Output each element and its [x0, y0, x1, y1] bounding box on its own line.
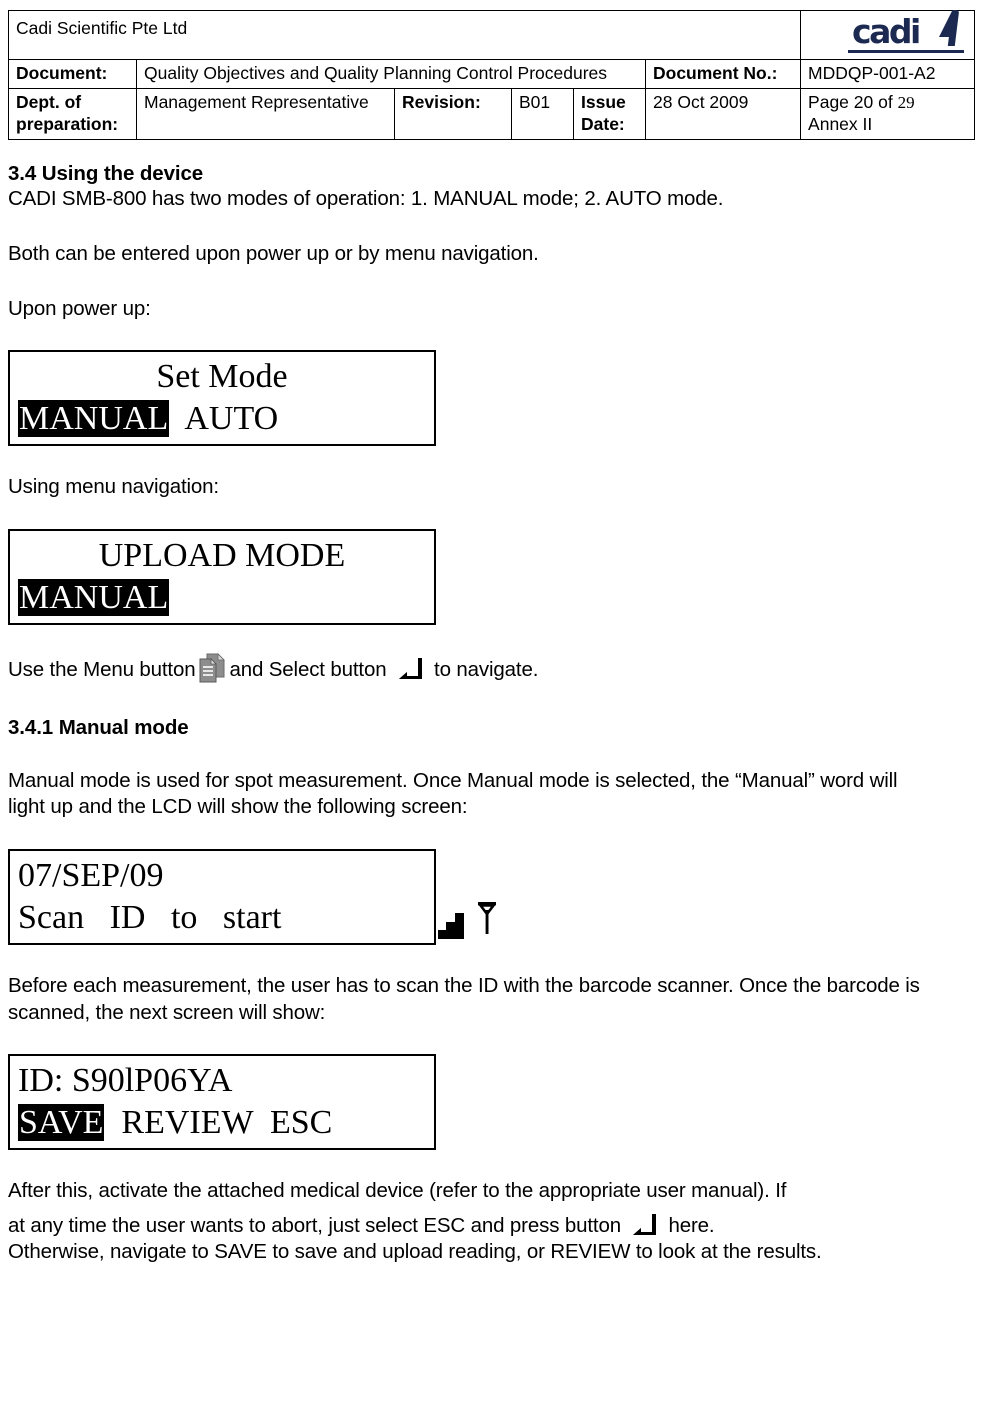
- dept-label: Dept. of preparation:: [8, 88, 137, 141]
- annex-label: Annex II: [808, 114, 873, 135]
- issue-date-value: 28 Oct 2009: [644, 88, 802, 141]
- lcd-option-auto[interactable]: AUTO: [184, 400, 278, 437]
- dept-value: Management Representative: [136, 88, 395, 141]
- lcd-option-review[interactable]: REVIEW: [121, 1104, 253, 1141]
- intro-paragraph: CADI SMB-800 has two modes of operation:…: [8, 187, 724, 211]
- document-label: Document:: [8, 58, 137, 90]
- issue-date-label: Issue Date:: [573, 88, 646, 141]
- page-number-total: 29: [897, 93, 915, 113]
- document-no-value: MDDQP-001-A2: [800, 58, 976, 90]
- logo-underline: [848, 49, 965, 53]
- header-row-document: Document: Quality Objectives and Quality…: [8, 58, 976, 90]
- menu-pages-icon: [199, 653, 226, 683]
- page-number-cell: Page 20 of 29 Annex II: [800, 88, 976, 141]
- antenna-icon: [392, 860, 497, 934]
- header-row-dept: Dept. of preparation: Management Represe…: [8, 88, 976, 141]
- abort-text-part2: here.: [668, 1213, 715, 1237]
- section-heading-3-4: 3.4 Using the device: [8, 162, 204, 186]
- page-number-prefix: Page 20 of: [808, 92, 898, 113]
- lcd-screen-set-mode: Set Mode MANUAL AUTO: [8, 350, 436, 447]
- section-heading-3-4-1: 3.4.1 Manual mode: [8, 715, 189, 739]
- lcd-id-action-options: SAVE REVIEW ESC: [10, 1102, 434, 1144]
- lcd-set-mode-title: Set Mode: [156, 358, 288, 396]
- lcd-scan-id-date-row: 07/SEP/09: [10, 855, 497, 939]
- enter-arrow-icon: [393, 657, 423, 681]
- signal-bars-icon: [353, 866, 464, 939]
- lcd-option-esc[interactable]: ESC: [270, 1104, 332, 1141]
- nav-text-part3: to navigate.: [434, 657, 539, 681]
- document-no-label: Document No.:: [644, 58, 802, 90]
- lcd-screen-upload-mode: UPLOAD MODE MANUAL: [8, 528, 436, 625]
- revision-value: B01: [511, 88, 574, 141]
- lcd-scan-id-prompt: Scan ID to start: [18, 898, 282, 936]
- lcd-id-value: ID: S90lP06YA: [18, 1062, 233, 1100]
- lcd-set-mode-options: MANUAL AUTO: [10, 398, 434, 440]
- paragraph-after-this-line2: at any time the user wants to abort, jus…: [8, 1213, 972, 1240]
- paragraph-manual-mode: Manual mode is used for spot measurement…: [8, 768, 898, 819]
- header-row-company: Cadi Scientific Pte Ltd cadi: [7, 10, 976, 60]
- lcd-upload-mode-options: MANUAL: [10, 577, 434, 619]
- company-name: Cadi Scientific Pte Ltd: [7, 10, 802, 60]
- lcd-screen-id-actions: ID: S90lP06YA SAVE REVIEW ESC: [8, 1054, 436, 1151]
- nav-text-part1: Use the Menu button: [8, 657, 196, 681]
- label-upon-power-up: Upon power up:: [8, 296, 151, 320]
- document-page: Cadi Scientific Pte Ltd cadi Document: Q…: [0, 0, 982, 1425]
- lcd-status-icons: [353, 858, 497, 939]
- paragraph-both-modes: Both can be entered upon power up or by …: [8, 242, 539, 266]
- lcd-option-manual-selected[interactable]: MANUAL: [18, 578, 170, 616]
- label-using-menu-navigation: Using menu navigation:: [8, 475, 219, 499]
- paragraph-before-measurement: Before each measurement, the user has to…: [8, 973, 920, 1024]
- revision-label: Revision:: [394, 88, 512, 141]
- nav-text-part2: and Select button: [229, 657, 387, 681]
- lcd-screen-scan-id: 07/SEP/09 Scan ID to start: [8, 848, 497, 945]
- enter-arrow-icon: [627, 1213, 657, 1237]
- lcd-option-save-selected[interactable]: SAVE: [18, 1104, 105, 1142]
- paragraph-after-this-line3: Otherwise, navigate to SAVE to save and …: [8, 1240, 822, 1264]
- abort-text-part1: at any time the user wants to abort, jus…: [8, 1213, 621, 1237]
- lcd-upload-mode-title: UPLOAD MODE: [98, 536, 346, 574]
- cadi-logo: cadi: [800, 10, 976, 60]
- document-header-table: Cadi Scientific Pte Ltd cadi Document: Q…: [7, 10, 976, 141]
- logo-wordmark: cadi: [852, 12, 921, 51]
- lcd-option-manual-selected[interactable]: MANUAL: [18, 400, 170, 438]
- document-value: Quality Objectives and Quality Planning …: [136, 58, 646, 90]
- lcd-date-value: 07/SEP/09: [18, 856, 164, 894]
- paragraph-navigation-instruction: Use the Menu button and Select button to…: [8, 653, 972, 684]
- paragraph-after-this-line1: After this, activate the attached medica…: [8, 1179, 787, 1203]
